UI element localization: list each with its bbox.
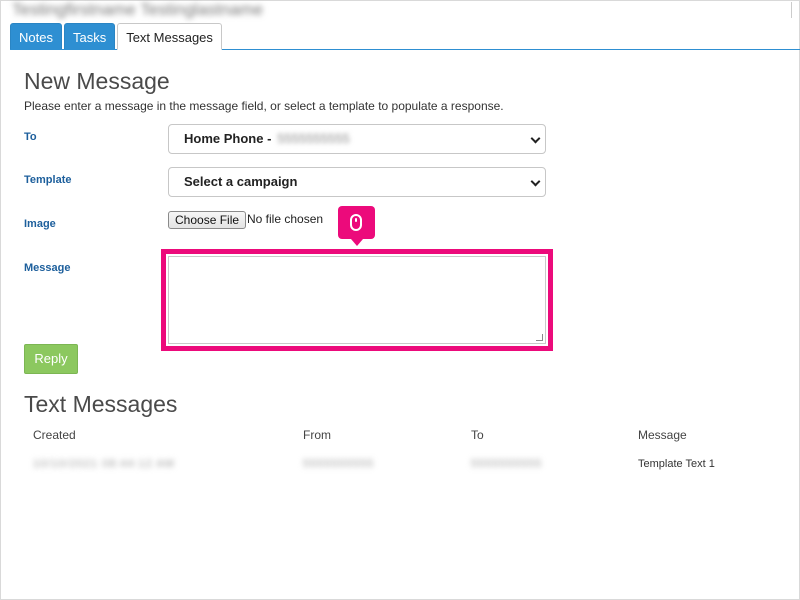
- to-label: To: [24, 131, 37, 143]
- cell-message: Template Text 1: [638, 458, 715, 470]
- column-header-created: Created: [33, 428, 76, 442]
- instructions-text: Please enter a message in the message fi…: [24, 99, 504, 113]
- text-messages-title: Text Messages: [24, 391, 178, 417]
- cell-from: 5555555555: [303, 458, 375, 470]
- cell-created: 10/10/2021 08:44:12 AM: [33, 458, 175, 470]
- contact-name: Testingfirstname Testinglastname: [12, 0, 264, 19]
- template-select-value: Select a campaign: [184, 174, 298, 189]
- template-label: Template: [24, 174, 72, 186]
- tab-text-messages[interactable]: Text Messages: [117, 23, 222, 50]
- chevron-down-icon: [530, 176, 541, 187]
- template-select[interactable]: Select a campaign: [168, 167, 546, 197]
- message-label: Message: [24, 262, 71, 274]
- reply-button[interactable]: Reply: [24, 344, 78, 374]
- image-label: Image: [24, 218, 56, 230]
- column-header-to: To: [471, 428, 484, 442]
- file-status-text: No file chosen: [247, 212, 324, 226]
- new-message-title: New Message: [24, 68, 170, 94]
- to-select[interactable]: Home Phone - 5555555555: [168, 124, 546, 154]
- choose-file-button[interactable]: Choose File: [168, 211, 247, 229]
- window-edge: [791, 2, 794, 18]
- tab-bar: Notes Tasks Text Messages: [10, 23, 222, 50]
- message-textarea[interactable]: [168, 256, 546, 344]
- tab-notes[interactable]: Notes: [10, 23, 62, 50]
- column-header-message: Message: [638, 428, 687, 442]
- to-select-value: Home Phone -: [184, 131, 272, 146]
- tab-tasks[interactable]: Tasks: [63, 23, 116, 50]
- mouse-icon: [350, 214, 362, 231]
- column-header-from: From: [303, 428, 331, 442]
- click-marker: [338, 206, 375, 246]
- resize-handle-icon[interactable]: [536, 334, 543, 341]
- chevron-down-icon: [530, 133, 541, 144]
- cell-to: 5555555555: [471, 458, 543, 470]
- to-phone-redacted: 5555555555: [277, 131, 350, 146]
